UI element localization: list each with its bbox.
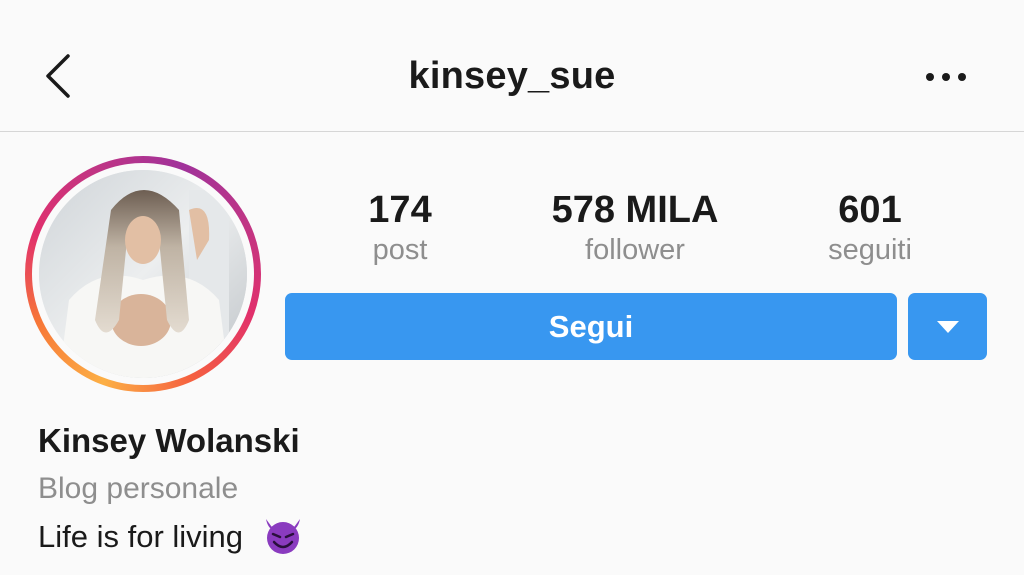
more-horizontal-icon: [926, 73, 934, 81]
smiling-devil-emoji-icon: [265, 519, 300, 554]
posts-label: post: [372, 234, 428, 266]
following-count: 601: [838, 189, 902, 231]
bio-text: Life is for living: [38, 519, 244, 554]
following-label: seguiti: [828, 234, 912, 266]
suggested-accounts-dropdown-button[interactable]: [908, 293, 987, 360]
profile-full-name: Kinsey Wolanski: [38, 422, 300, 459]
followers-label: follower: [585, 234, 685, 266]
avatar-story-ring[interactable]: [25, 156, 261, 392]
profile-category: Blog personale: [38, 472, 239, 505]
caret-down-icon: [937, 321, 959, 333]
more-options-button[interactable]: [924, 64, 968, 90]
top-navigation-bar: kinsey_sue: [0, 0, 1024, 132]
profile-bio: Life is for living: [38, 515, 304, 555]
profile-username: kinsey_sue: [408, 55, 616, 97]
avatar-photo-image: [39, 170, 247, 378]
avatar: [39, 170, 247, 378]
posts-count: 174: [368, 189, 432, 231]
following-count-stat[interactable]: 601 seguiti: [800, 188, 940, 268]
profile-screen: kinsey_sue 174 post 578 MILA follower 60…: [0, 0, 1024, 575]
follow-button[interactable]: Segui: [285, 293, 897, 360]
followers-count-stat[interactable]: 578 MILA follower: [520, 188, 750, 268]
posts-count-stat[interactable]: 174 post: [340, 188, 460, 268]
followers-count: 578 MILA: [551, 189, 719, 231]
